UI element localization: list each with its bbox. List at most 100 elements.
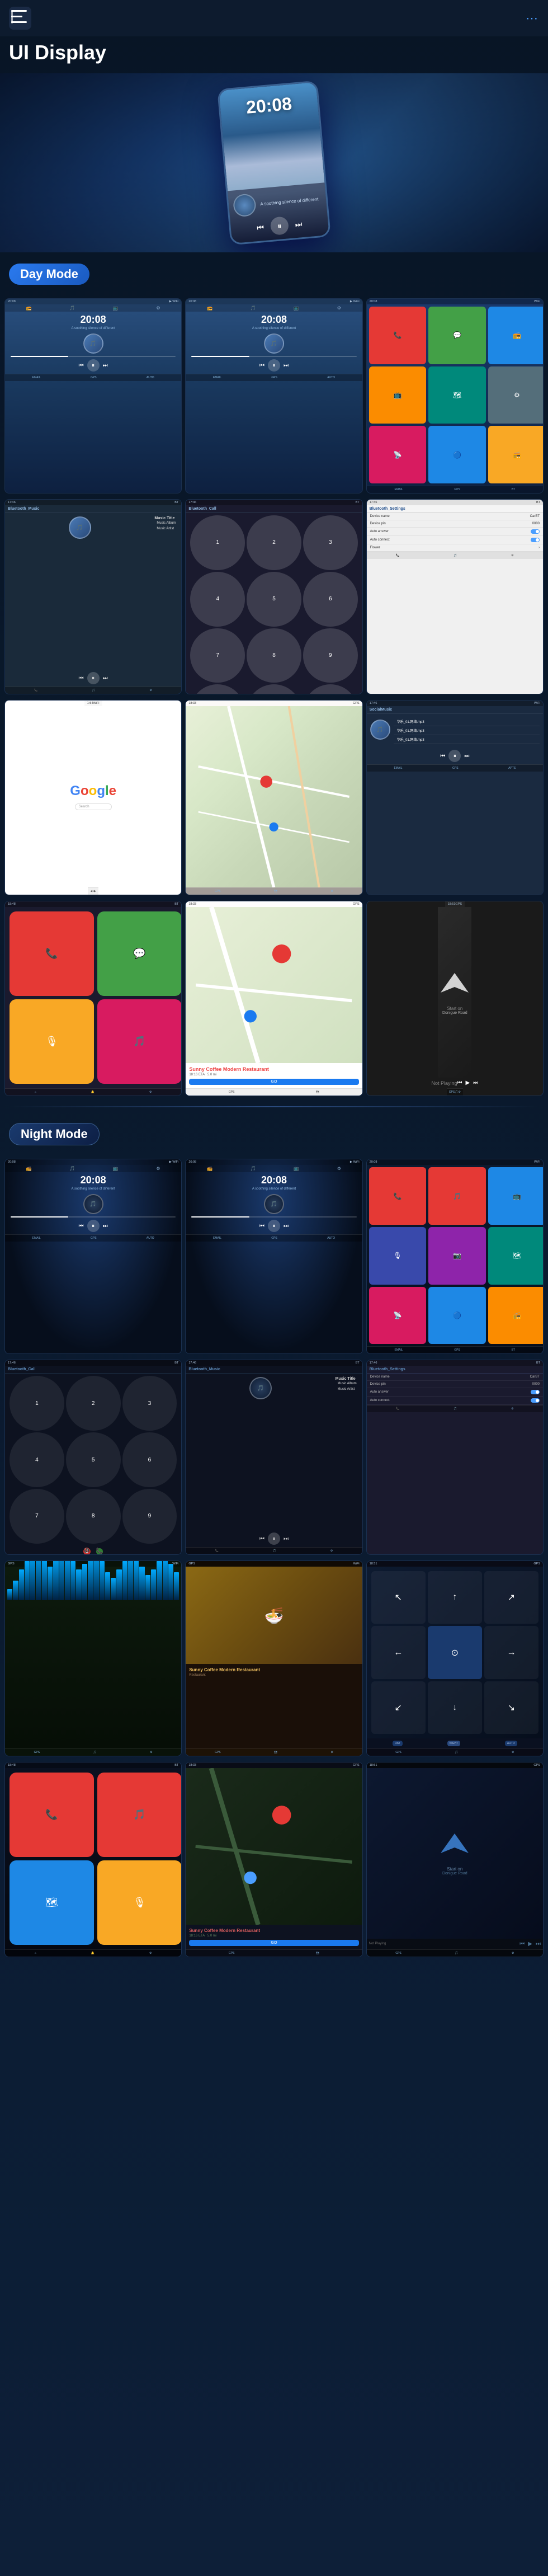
dial-star[interactable]: * [190,684,245,694]
night-bt-prev[interactable]: ⏮ [259,1536,264,1542]
nav-icon-1[interactable]: 📻 [26,305,32,311]
dial-7[interactable]: 7 [190,628,245,683]
night-dial-3[interactable]: 3 [122,1376,177,1431]
night-bt-play[interactable]: ⏸ [268,1533,280,1545]
night-nav-8[interactable]: ⚙ [337,1166,341,1171]
social-prev[interactable]: ⏮ [440,753,445,759]
menu-button[interactable] [9,7,31,30]
dial-8[interactable]: 8 [247,628,301,683]
bt-prev[interactable]: ⏮ [79,675,84,681]
night-carplay-maps[interactable]: 🗺 [10,1860,94,1945]
app-phone[interactable]: 📞 [369,307,427,364]
night-end-call[interactable]: 📵 [83,1548,90,1555]
night-dial-9[interactable]: 9 [122,1489,177,1544]
not-playing-play[interactable]: ▶ [465,1080,470,1086]
night-nav-1[interactable]: 📻 [26,1166,32,1171]
turn-arrow-tl[interactable]: ↖ [371,1571,426,1624]
nav-icon-6[interactable]: 🎵 [251,305,256,311]
dial-9[interactable]: 9 [303,628,358,683]
night-dial-2[interactable]: 2 [66,1376,121,1431]
nav-gps-2[interactable]: GPS [271,376,277,379]
turn-arrow-t[interactable]: ↑ [428,1571,482,1624]
nav-email-2[interactable]: EMAIL [213,376,221,379]
night-bt-next[interactable]: ⏭ [284,1536,289,1542]
night-nav-6[interactable]: 🎵 [251,1166,256,1171]
dial-1[interactable]: 1 [190,515,245,570]
turn-arrow-l[interactable]: ← [371,1626,426,1679]
night-prev-2[interactable]: ⏮ [259,1223,264,1229]
night-nav-3[interactable]: 📺 [113,1166,119,1171]
turn-arrow-b[interactable]: ↓ [428,1681,482,1734]
dial-5[interactable]: 5 [247,572,301,627]
night-dial-6[interactable]: 6 [122,1432,177,1487]
go-button[interactable]: GO [189,1079,358,1085]
auto-connect-toggle[interactable] [531,538,540,542]
dial-6[interactable]: 6 [303,572,358,627]
night-play-1[interactable]: ⏸ [87,1220,100,1232]
night-carplay-podcast[interactable]: 🎙 [97,1860,181,1945]
app-settings[interactable]: ⚙ [488,366,543,424]
night-play-2[interactable]: ⏸ [268,1220,280,1232]
nav-apps-gps[interactable]: GPS [454,488,460,491]
night-auto-connect-toggle[interactable] [531,1398,540,1403]
app-radio2[interactable]: 📻 [488,426,543,483]
night-answer-call[interactable]: 📞 [96,1548,103,1555]
night-app-mic[interactable]: 🎙 [369,1227,427,1285]
night-not-playing-next[interactable]: ⏭ [536,1941,541,1947]
nav-icon-3[interactable]: 📺 [113,305,119,311]
nav-icon-5[interactable]: 📻 [207,305,212,311]
nav-icon-4[interactable]: ⚙ [156,305,160,311]
bt-play[interactable]: ⏸ [87,672,100,684]
nav-email[interactable]: EMAIL [32,376,41,379]
hero-play-button[interactable]: ⏸ [270,216,290,236]
google-search-bar[interactable]: Search [75,803,112,810]
play-btn-1[interactable]: ⏸ [87,359,100,372]
night-dial-5[interactable]: 5 [66,1432,121,1487]
app-wifi[interactable]: 🔵 [428,426,486,483]
app-bt[interactable]: 📡 [369,426,427,483]
night-nav-7[interactable]: 📺 [294,1166,299,1171]
hero-prev-icon[interactable]: ⏮ [257,223,264,233]
social-track-3[interactable]: 华乐_01.网络.mp3 [394,735,540,744]
carplay-music[interactable]: 🎵 [97,999,181,1084]
nav-apps-bt[interactable]: BT [512,488,515,491]
social-track-1[interactable]: 华乐_01.网络.mp3 [394,717,540,726]
not-playing-prev[interactable]: ⏮ [457,1080,462,1086]
dial-0[interactable]: 0 [247,684,301,694]
night-dial-8[interactable]: 8 [66,1489,121,1544]
night-app-wifi[interactable]: 🔵 [428,1287,486,1345]
app-tv[interactable]: 📺 [369,366,427,424]
night-not-playing-prev[interactable]: ⏮ [519,1941,525,1947]
play-btn-2[interactable]: ⏸ [268,359,280,372]
night-nav-5[interactable]: 📻 [207,1166,212,1171]
turn-arrow-bl[interactable]: ↙ [371,1681,426,1734]
nav-icon-7[interactable]: 📺 [294,305,299,311]
prev-btn-2[interactable]: ⏮ [259,363,264,369]
nav-opt-1[interactable]: DAY [393,1741,403,1746]
dial-2[interactable]: 2 [247,515,301,570]
auto-answer-toggle[interactable] [531,529,540,534]
nav-auto-2[interactable]: AUTO [327,376,335,379]
night-next-2[interactable]: ⏭ [284,1223,289,1229]
night-nav-2[interactable]: 🎵 [69,1166,75,1171]
nav-auto[interactable]: AUTO [147,376,154,379]
night-app-tv[interactable]: 📺 [488,1167,543,1225]
carplay-podcast[interactable]: 🎙 [10,999,94,1084]
night-app-maps[interactable]: 🗺 [488,1227,543,1285]
night-dial-1[interactable]: 1 [10,1376,64,1431]
night-carplay-phone[interactable]: 📞 [10,1773,94,1857]
turn-arrow-tr[interactable]: ↗ [484,1571,538,1624]
social-play[interactable]: ⏸ [448,750,461,762]
social-track-2[interactable]: 华乐_01.网络.mp3 [394,726,540,735]
nav-gps[interactable]: GPS [91,376,97,379]
night-app-music[interactable]: 🎵 [428,1167,486,1225]
not-playing-next[interactable]: ⏭ [473,1080,478,1086]
night-app-bt[interactable]: 📡 [369,1287,427,1345]
night-dial-7[interactable]: 7 [10,1489,64,1544]
dial-hash[interactable]: # [303,684,358,694]
hero-next-icon[interactable]: ⏭ [295,219,303,229]
night-dial-4[interactable]: 4 [10,1432,64,1487]
carplay-messages[interactable]: 💬 [97,911,181,996]
carplay-phone[interactable]: 📞 [10,911,94,996]
nav-opt-2[interactable]: NIGHT [447,1741,461,1746]
